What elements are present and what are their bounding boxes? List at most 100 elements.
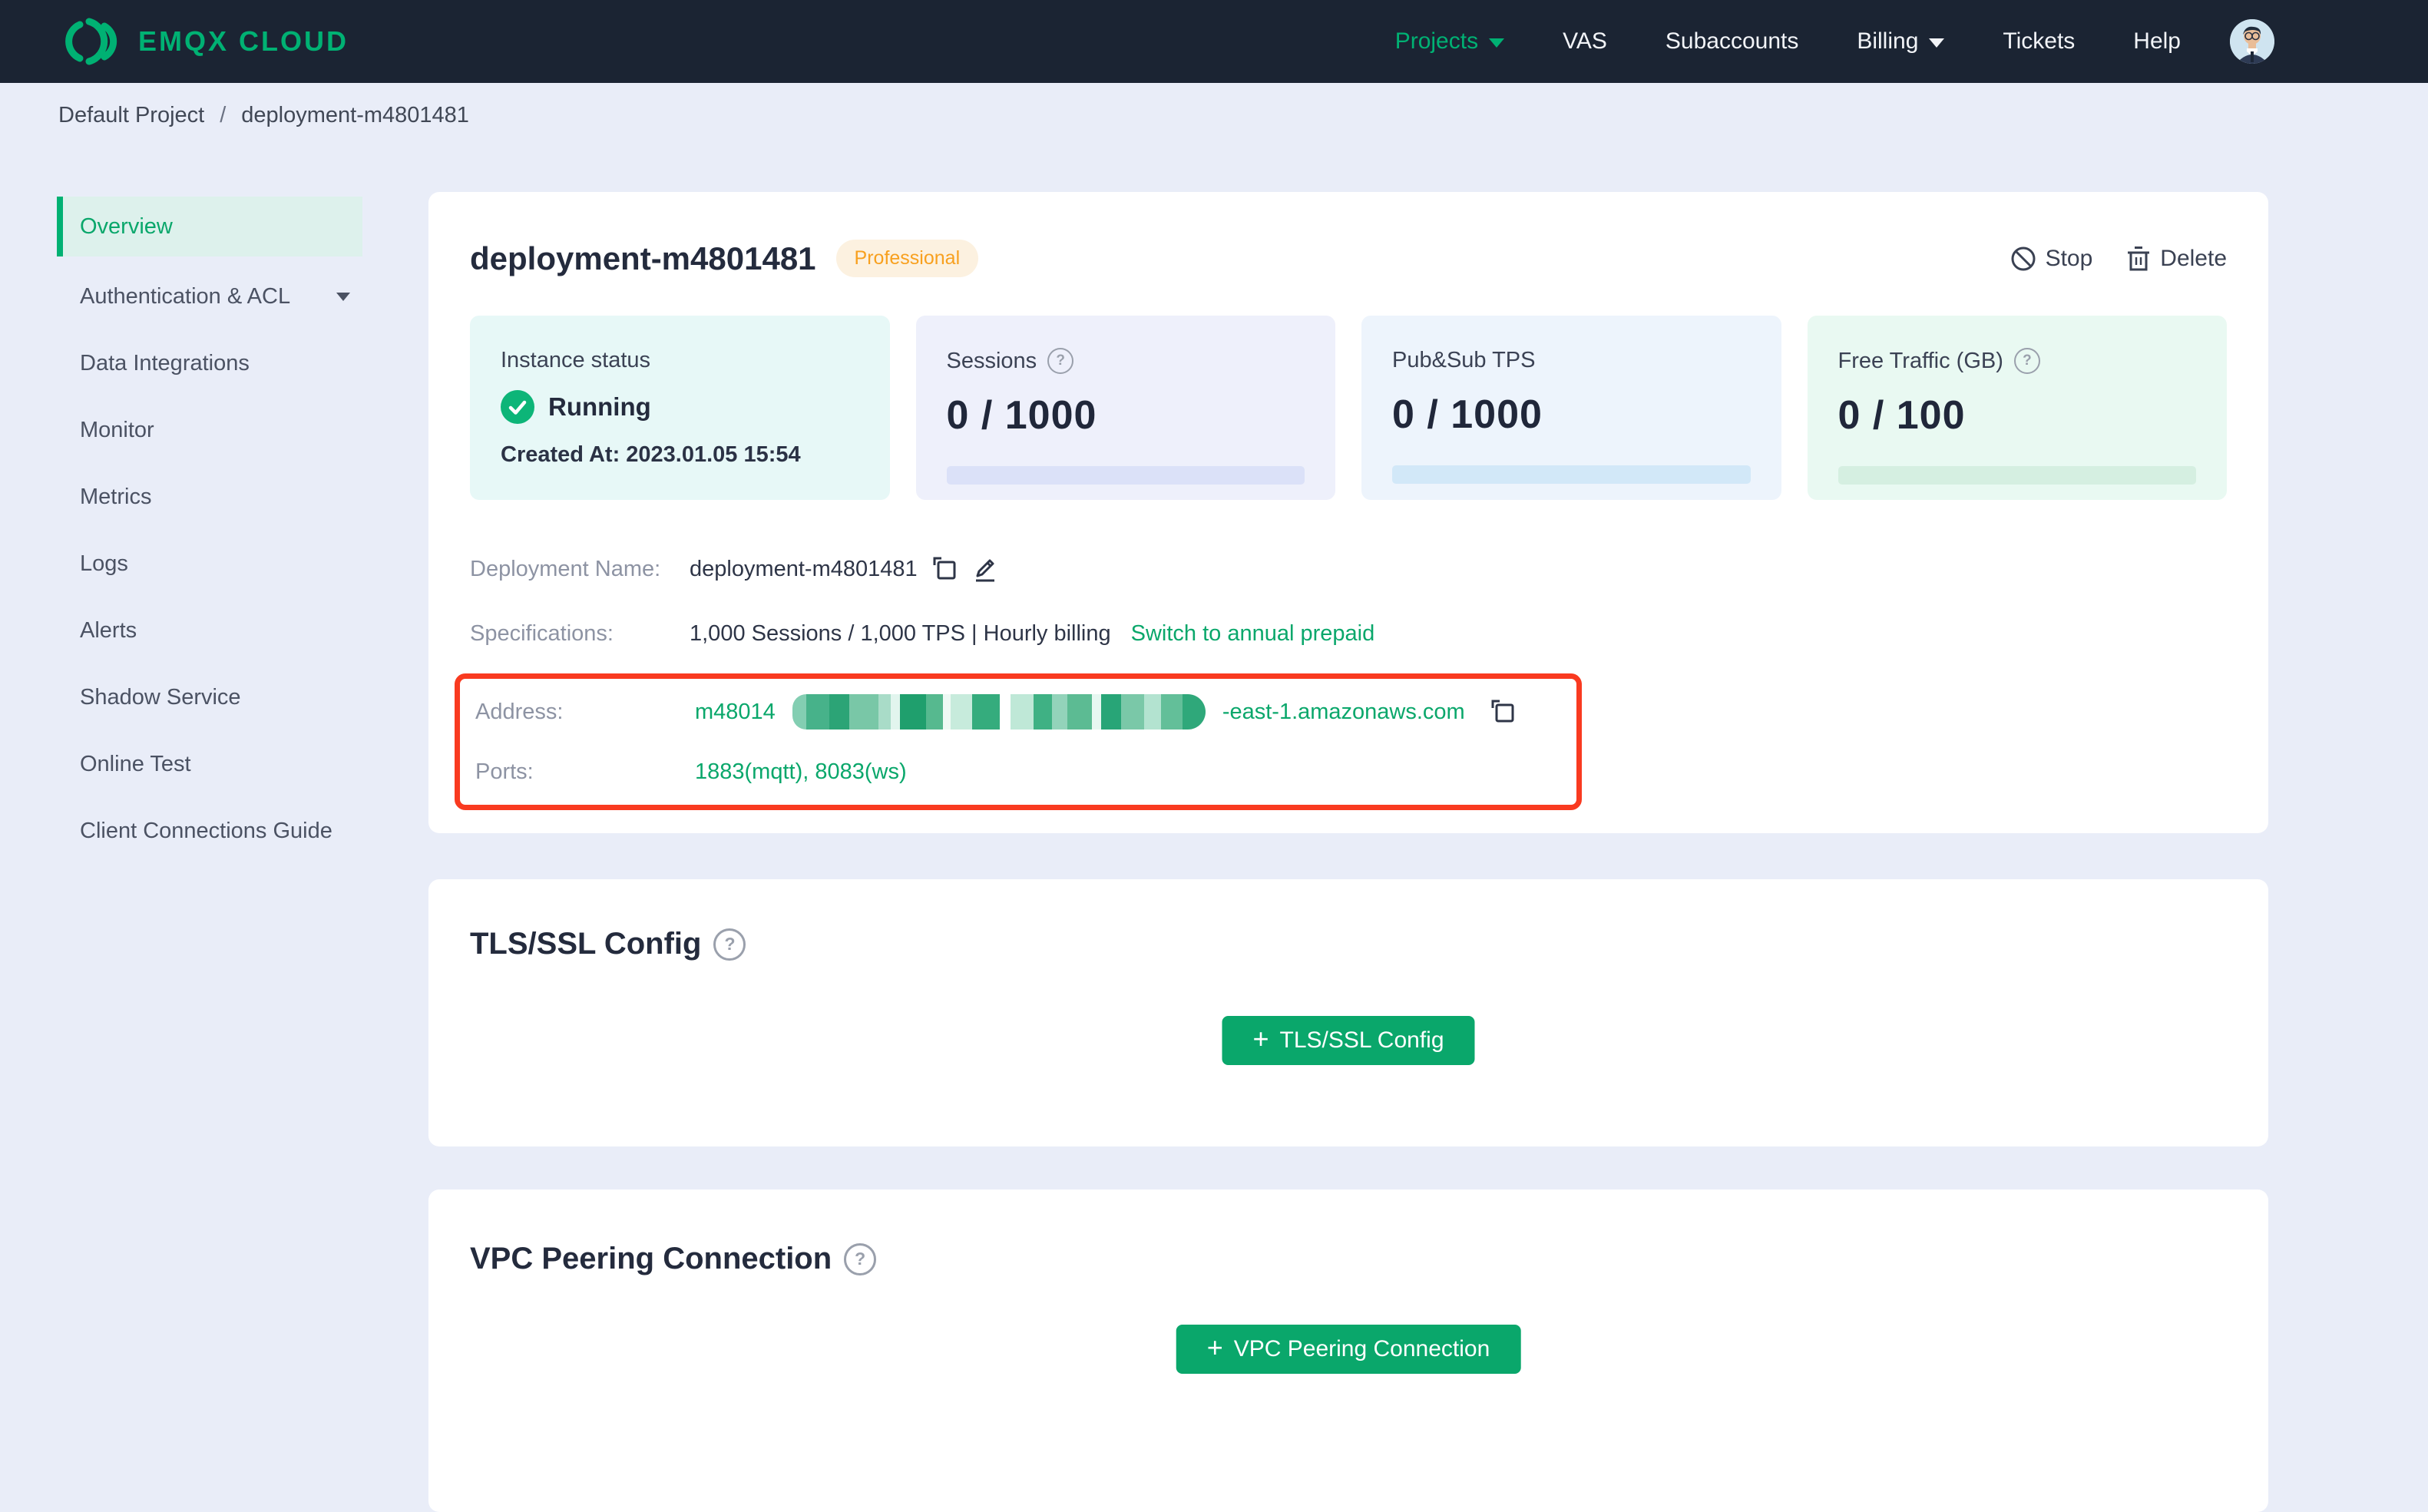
stat-label-text: Pub&Sub TPS: [1392, 348, 1536, 372]
specifications-row: Specifications: 1,000 Sessions / 1,000 T…: [470, 601, 2227, 666]
sidebar-item-data-integrations[interactable]: Data Integrations: [57, 330, 362, 397]
nav-projects-label: Projects: [1394, 28, 1479, 54]
help-icon[interactable]: ?: [844, 1242, 877, 1275]
chevron-down-icon: [1929, 38, 1945, 48]
sidebar-item-label: Authentication & ACL: [80, 284, 291, 309]
vpc-peering-title: VPC Peering Connection: [470, 1242, 832, 1275]
tls-ssl-title: TLS/SSL Config: [470, 927, 702, 961]
address-prefix: m48014: [695, 699, 776, 724]
stat-card-pubsub-tps: Pub&Sub TPS 0 / 1000: [1361, 316, 1781, 500]
nav-vas-label: VAS: [1563, 28, 1607, 54]
plus-icon: +: [1206, 1332, 1223, 1363]
add-tls-ssl-config-label: TLS/SSL Config: [1279, 1027, 1444, 1053]
stop-button-label: Stop: [2045, 245, 2093, 271]
tls-ssl-title-row: TLS/SSL Config ?: [470, 927, 2227, 961]
sessions-progress-bar: [946, 466, 1305, 485]
nav-billing-label: Billing: [1857, 28, 1919, 54]
stat-label-text: Sessions: [946, 348, 1037, 373]
switch-annual-prepaid-link[interactable]: Switch to annual prepaid: [1131, 621, 1375, 647]
sidebar-item-metrics[interactable]: Metrics: [57, 464, 362, 531]
emqx-logo-icon: [65, 18, 117, 65]
stat-label: Sessions ?: [947, 348, 1305, 374]
breadcrumb: Default Project / deployment-m4801481: [0, 83, 2428, 128]
emqx-logo[interactable]: EMQX CLOUD: [58, 18, 349, 65]
chevron-down-icon: [336, 293, 350, 301]
ports-row: Ports: 1883(mqtt), 8083(ws): [475, 742, 1576, 802]
address-highlight-box: Address: m48014 -east-1.amazonaws.com Po…: [455, 673, 1582, 810]
delete-button-label: Delete: [2160, 245, 2227, 271]
sidebar-item-client-connections-guide[interactable]: Client Connections Guide: [57, 798, 362, 865]
stop-icon: [2011, 246, 2036, 270]
address-row: Address: m48014 -east-1.amazonaws.com: [475, 682, 1576, 742]
help-icon[interactable]: ?: [1047, 348, 1074, 374]
deployment-name-row: Deployment Name: deployment-m4801481: [470, 537, 2227, 601]
stat-card-sessions: Sessions ? 0 / 1000: [915, 316, 1335, 500]
deployment-title: deployment-m4801481: [470, 240, 816, 276]
sidebar: Overview Authentication & ACL Data Integ…: [57, 197, 362, 865]
vpc-peering-title-row: VPC Peering Connection ?: [470, 1242, 2227, 1276]
sidebar-item-alerts[interactable]: Alerts: [57, 597, 362, 664]
deployment-overview-card: deployment-m4801481 Professional Stop De…: [428, 192, 2268, 833]
logo-text: EMQX CLOUD: [138, 25, 349, 57]
edit-icon[interactable]: [971, 554, 997, 584]
sidebar-item-monitor[interactable]: Monitor: [57, 397, 362, 464]
sidebar-item-label: Metrics: [80, 485, 152, 509]
stat-card-instance-status: Instance status Running Created At: 2023…: [470, 316, 890, 500]
check-circle-icon: [501, 390, 534, 424]
stat-label: Free Traffic (GB) ?: [1838, 348, 2197, 374]
stop-button[interactable]: Stop: [2010, 245, 2093, 272]
ports-value: 1883(mqtt), 8083(ws): [695, 759, 907, 784]
stat-value: 0 / 1000: [1392, 392, 1543, 437]
sidebar-item-authentication-acl[interactable]: Authentication & ACL: [57, 263, 362, 330]
help-icon[interactable]: ?: [2013, 348, 2040, 374]
plus-icon: +: [1252, 1023, 1269, 1054]
nav-help[interactable]: Help: [2133, 28, 2181, 55]
stat-value: 0 / 100: [1838, 393, 1966, 438]
trash-icon: [2128, 246, 2150, 270]
sidebar-item-label: Monitor: [80, 418, 154, 442]
sidebar-item-online-test[interactable]: Online Test: [57, 731, 362, 798]
add-tls-ssl-config-button[interactable]: + TLS/SSL Config: [1222, 1016, 1475, 1065]
nav-vas[interactable]: VAS: [1563, 28, 1607, 55]
copy-icon[interactable]: [1490, 698, 1516, 726]
nav-subaccounts[interactable]: Subaccounts: [1666, 28, 1798, 55]
status-indicator: Running: [501, 390, 859, 424]
status-text: Running: [548, 392, 651, 421]
nav-help-label: Help: [2133, 28, 2181, 54]
delete-button[interactable]: Delete: [2126, 246, 2227, 272]
copy-icon[interactable]: [931, 555, 958, 583]
main-content: deployment-m4801481 Professional Stop De…: [428, 192, 2268, 1512]
breadcrumb-current: deployment-m4801481: [241, 103, 469, 127]
sidebar-item-label: Client Connections Guide: [80, 819, 332, 843]
add-vpc-peering-label: VPC Peering Connection: [1233, 1336, 1490, 1361]
nav-tickets[interactable]: Tickets: [2003, 28, 2075, 55]
add-vpc-peering-button[interactable]: + VPC Peering Connection: [1176, 1325, 1521, 1374]
user-avatar[interactable]: [2230, 19, 2274, 64]
ports-label: Ports:: [475, 759, 534, 784]
deployment-name-value: deployment-m4801481: [690, 556, 918, 581]
stat-label: Pub&Sub TPS: [1392, 348, 1751, 373]
vpc-peering-card: VPC Peering Connection ? + VPC Peering C…: [428, 1189, 2268, 1512]
deployment-details: Deployment Name: deployment-m4801481 Spe…: [455, 537, 2227, 810]
plan-badge: Professional: [835, 240, 979, 277]
address-label: Address:: [475, 699, 564, 724]
sidebar-item-label: Overview: [80, 213, 173, 239]
deployment-actions: Stop Delete: [2010, 246, 2227, 272]
help-icon[interactable]: ?: [713, 928, 746, 961]
sidebar-item-overview[interactable]: Overview: [57, 197, 362, 256]
chevron-down-icon: [1489, 38, 1505, 48]
address-suffix: -east-1.amazonaws.com: [1222, 699, 1465, 724]
address-redaction: [792, 694, 1206, 730]
nav-billing[interactable]: Billing: [1857, 28, 1945, 55]
sidebar-item-logs[interactable]: Logs: [57, 531, 362, 597]
sidebar-item-label: Logs: [80, 551, 128, 576]
sidebar-item-label: Data Integrations: [80, 351, 250, 376]
nav-projects[interactable]: Projects: [1394, 28, 1505, 55]
sidebar-item-label: Alerts: [80, 618, 137, 643]
sidebar-item-label: Shadow Service: [80, 685, 241, 710]
deployment-header: deployment-m4801481 Professional Stop De…: [470, 240, 2227, 277]
breadcrumb-project[interactable]: Default Project: [58, 103, 204, 128]
sidebar-item-shadow-service[interactable]: Shadow Service: [57, 664, 362, 731]
nav-subaccounts-label: Subaccounts: [1665, 28, 1799, 54]
tls-ssl-card: TLS/SSL Config ? + TLS/SSL Config: [428, 879, 2268, 1146]
